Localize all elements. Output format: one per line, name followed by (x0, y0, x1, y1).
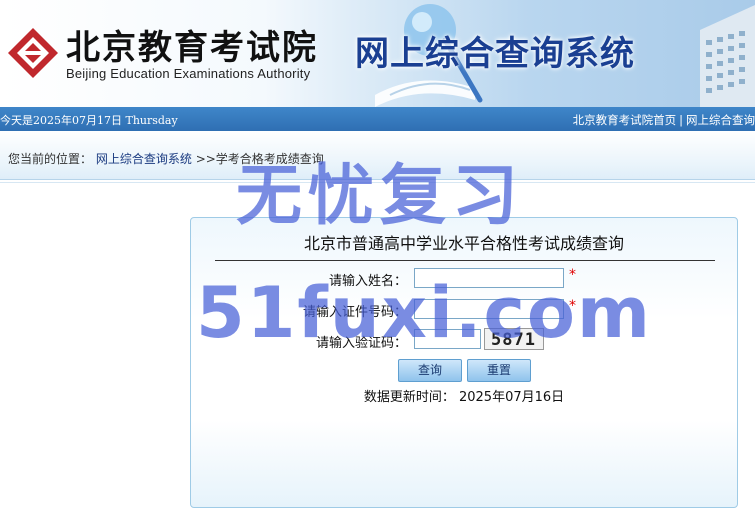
current-date: 今天是2025年07月17日 Thursday (0, 114, 178, 127)
update-date: 2025年07月16日 (458, 390, 565, 405)
breadcrumb-item-query-system[interactable]: 网上综合查询系统 (96, 152, 192, 166)
system-title: 网上综合查询系统 (355, 34, 635, 74)
data-update-time: 数据更新时间： 2025年07月16日 (191, 386, 737, 405)
header-banner: 北京教育考试院 Beijing Education Examinations A… (0, 0, 755, 107)
nav-link-authority-home[interactable]: 北京教育考试院首页 (573, 113, 677, 127)
nav-separator: | (679, 113, 683, 127)
breadcrumb-prefix: 您当前的位置： (8, 152, 93, 166)
query-button[interactable]: 查询 (398, 359, 462, 382)
reset-button[interactable]: 重置 (467, 359, 531, 382)
title-divider (215, 260, 715, 261)
score-query-panel: 北京市普通高中学业水平合格性考试成绩查询 请输入姓名： * 请输入证件号码： *… (190, 217, 738, 508)
logo-english-name: Beijing Education Examinations Authority (66, 66, 311, 81)
update-label: 数据更新时间： (363, 390, 455, 405)
nav-link-online-query[interactable]: 网上综合查询 (686, 113, 755, 127)
watermark-url: 51fuxi.com (196, 272, 652, 354)
logo-chinese-name: 北京教育考试院 (66, 28, 318, 68)
authority-logo-icon (8, 28, 58, 78)
building-illustration-icon (700, 5, 755, 107)
watermark-chinese: 无忧复习 (236, 157, 524, 234)
top-info-bar: 今天是2025年07月17日 Thursday 北京教育考试院首页 | 网上综合查询 (0, 107, 755, 131)
top-nav: 北京教育考试院首页 | 网上综合查询 (573, 112, 755, 128)
